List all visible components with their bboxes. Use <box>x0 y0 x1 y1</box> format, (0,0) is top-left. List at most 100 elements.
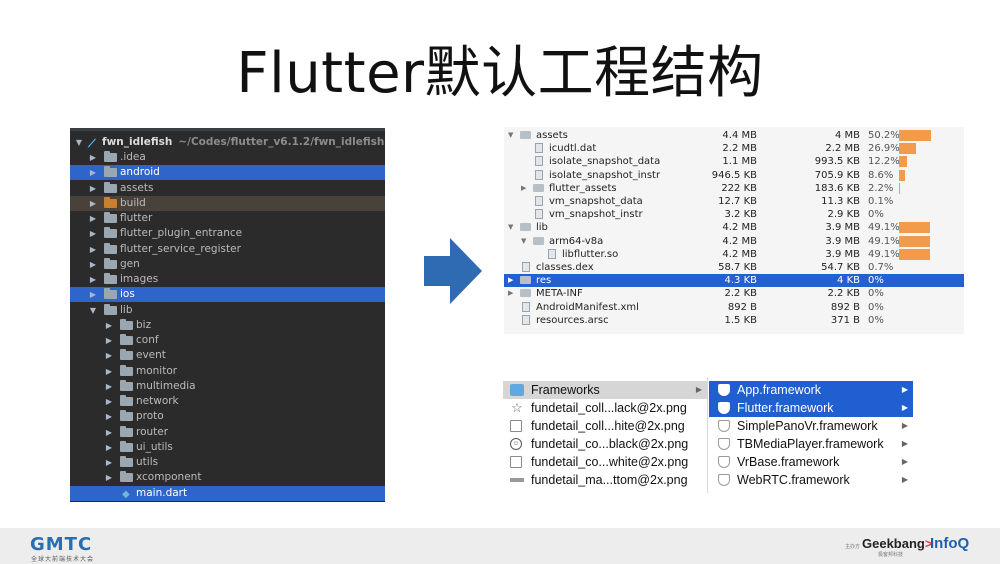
geekbang-text: Geekbang <box>862 536 925 551</box>
collapse-arrow-icon[interactable]: ▶ <box>88 257 98 272</box>
collapse-arrow-icon[interactable]: ▶ <box>104 318 114 333</box>
tree-item[interactable]: ▶ ui_utils <box>70 440 385 455</box>
tree-item[interactable]: ▶ gen <box>70 257 385 272</box>
collapse-arrow-icon[interactable]: ▶ <box>88 287 98 302</box>
finder-file-item[interactable]: ☺ fundetail_co...black@2x.png <box>503 435 707 453</box>
finder-framework-item[interactable]: App.framework ▶ <box>709 381 913 399</box>
tree-item[interactable]: ▶ xcomponent <box>70 470 385 485</box>
tree-item-label: conf <box>136 334 159 346</box>
size-bar <box>899 182 901 194</box>
collapse-arrow-icon[interactable]: ▶ <box>104 394 114 409</box>
collapse-arrow-icon[interactable]: ▶ <box>88 226 98 241</box>
apk-row[interactable]: isolate_snapshot_data 1.1 MB 993.5 KB 12.2% <box>504 155 964 168</box>
tree-root[interactable]: ▼ ⟋ fwn_idlefish ~/Codes/flutter_v6.1.2/f… <box>70 135 385 150</box>
apk-row[interactable]: isolate_snapshot_instr 946.5 KB 705.9 KB 8.… <box>504 169 964 182</box>
tree-item[interactable]: ▶ monitor <box>70 364 385 379</box>
finder-framework-item[interactable]: Flutter.framework ▶ <box>709 399 913 417</box>
expand-arrow-icon[interactable]: ▼ <box>88 303 98 318</box>
apk-row[interactable]: ▼ assets 4.4 MB 4 MB 50.2% <box>504 129 964 142</box>
size-bar <box>899 248 931 260</box>
collapse-arrow-icon[interactable]: ▶ <box>88 242 98 257</box>
folder-icon <box>120 349 133 361</box>
raw-size: 12.7 KB <box>718 196 757 207</box>
tree-item[interactable]: ▶ proto <box>70 409 385 424</box>
apk-row[interactable]: ▶ flutter_assets 222 KB 183.6 KB 2.2% <box>504 182 964 195</box>
apk-analyzer-table: ▼ assets 4.4 MB 4 MB 50.2% icudtl.dat 2.2 MB 2.… <box>504 127 964 334</box>
tree-item[interactable]: ▶ build <box>70 195 385 211</box>
tree-item[interactable]: ▼ lib <box>70 303 385 318</box>
size-bar <box>899 130 932 141</box>
tree-item[interactable]: ▶ event <box>70 348 385 363</box>
finder-item-label: Frameworks <box>531 383 600 397</box>
tree-item[interactable]: ▶ biz <box>70 318 385 333</box>
file-icon <box>535 209 543 220</box>
finder-item-label: WebRTC.framework <box>737 473 850 487</box>
collapse-arrow-icon[interactable]: ▶ <box>88 181 98 196</box>
tree-item[interactable]: ▶ flutter_plugin_entrance <box>70 226 385 241</box>
collapse-arrow-icon[interactable]: ▶ <box>104 470 114 485</box>
tree-item[interactable]: ▶ flutter_service_register <box>70 242 385 257</box>
apk-row[interactable]: ▼ arm64-v8a 4.2 MB 3.9 MB 49.1% <box>504 235 964 248</box>
finder-file-item[interactable]: fundetail_coll...hite@2x.png <box>503 417 707 435</box>
tree-item[interactable]: ▶ images <box>70 272 385 287</box>
apk-row[interactable]: ▶ res 4.3 KB 4 KB 0% <box>504 274 964 288</box>
collapse-arrow-icon[interactable]: ▶ <box>88 272 98 287</box>
tree-item[interactable]: ▶ utils <box>70 455 385 470</box>
tree-item[interactable]: ▶ assets <box>70 181 385 196</box>
apk-row[interactable]: vm_snapshot_data 12.7 KB 11.3 KB 0.1% <box>504 195 964 208</box>
collapse-arrow-icon[interactable]: ▶ <box>104 425 114 440</box>
tree-item[interactable]: ▶ multimedia <box>70 379 385 394</box>
finder-file-item[interactable]: fundetail_co...white@2x.png <box>503 453 707 471</box>
finder-item-label: fundetail_ma...ttom@2x.png <box>531 473 688 487</box>
expand-arrow-icon[interactable]: ▼ <box>521 235 529 248</box>
tree-item[interactable]: ▶ router <box>70 425 385 440</box>
apk-row[interactable]: resources.arsc 1.5 KB 371 B 0% <box>504 314 964 327</box>
finder-file-item[interactable]: fundetail_ma...ttom@2x.png <box>503 471 707 489</box>
tree-item[interactable]: ▶ flutter <box>70 211 385 226</box>
expand-arrow-icon[interactable]: ▼ <box>74 135 84 150</box>
tree-item[interactable]: ▶ ios <box>70 287 385 303</box>
apk-row[interactable]: vm_snapshot_instr 3.2 KB 2.9 KB 0% <box>504 208 964 221</box>
apk-entry-name: icudtl.dat <box>549 143 597 155</box>
tree-item[interactable]: ▶ .idea <box>70 150 385 165</box>
collapse-arrow-icon[interactable]: ▶ <box>104 409 114 424</box>
tree-item[interactable]: ◆ main.dart <box>70 485 385 501</box>
finder-framework-item[interactable]: VrBase.framework ▶ <box>709 453 913 471</box>
collapse-arrow-icon[interactable]: ▶ <box>508 274 516 287</box>
finder-folder-item[interactable]: Frameworks ▶ <box>503 381 707 399</box>
finder-framework-item[interactable]: SimplePanoVr.framework ▶ <box>709 417 913 435</box>
tree-item-label: flutter <box>120 212 153 224</box>
collapse-arrow-icon[interactable]: ▶ <box>104 455 114 470</box>
collapse-arrow-icon[interactable]: ▶ <box>104 348 114 363</box>
collapse-arrow-icon[interactable]: ▶ <box>521 182 529 195</box>
collapse-arrow-icon[interactable]: ▶ <box>104 440 114 455</box>
file-icon <box>522 301 530 312</box>
chevron-right-icon: ▶ <box>901 421 908 430</box>
tree-item[interactable]: ▶ android <box>70 165 385 181</box>
apk-row[interactable]: ▶ META-INF 2.2 KB 2.2 KB 0% <box>504 287 964 300</box>
download-size: 2.9 KB <box>827 209 861 221</box>
apk-row[interactable]: AndroidManifest.xml 892 B 892 B 0% <box>504 301 964 314</box>
collapse-arrow-icon[interactable]: ▶ <box>88 150 98 165</box>
finder-framework-item[interactable]: TBMediaPlayer.framework ▶ <box>709 435 913 453</box>
finder-framework-item[interactable]: WebRTC.framework ▶ <box>709 471 913 489</box>
finder-column-view: Frameworks ▶ ☆ fundetail_coll...lack@2x.png… <box>503 377 913 493</box>
collapse-arrow-icon[interactable]: ▶ <box>104 379 114 394</box>
collapse-arrow-icon[interactable]: ▶ <box>508 287 516 300</box>
tree-item-label: flutter_service_register <box>120 242 241 255</box>
collapse-arrow-icon[interactable]: ▶ <box>104 364 114 379</box>
finder-file-item[interactable]: ☆ fundetail_coll...lack@2x.png <box>503 399 707 417</box>
collapse-arrow-icon[interactable]: ▶ <box>104 333 114 348</box>
tree-item[interactable]: ▶ network <box>70 394 385 409</box>
collapse-arrow-icon[interactable]: ▶ <box>88 196 98 211</box>
collapse-arrow-icon[interactable]: ▶ <box>88 211 98 226</box>
expand-arrow-icon[interactable]: ▼ <box>508 221 516 234</box>
apk-row[interactable]: libflutter.so 4.2 MB 3.9 MB 49.1% <box>504 248 964 261</box>
folder-icon <box>104 242 117 254</box>
expand-arrow-icon[interactable]: ▼ <box>508 129 516 142</box>
apk-row[interactable]: icudtl.dat 2.2 MB 2.2 MB 26.9% <box>504 142 964 155</box>
apk-row[interactable]: classes.dex 58.7 KB 54.7 KB 0.7% <box>504 261 964 274</box>
apk-row[interactable]: ▼ lib 4.2 MB 3.9 MB 49.1% <box>504 221 964 234</box>
collapse-arrow-icon[interactable]: ▶ <box>88 165 98 180</box>
tree-item[interactable]: ▶ conf <box>70 333 385 348</box>
